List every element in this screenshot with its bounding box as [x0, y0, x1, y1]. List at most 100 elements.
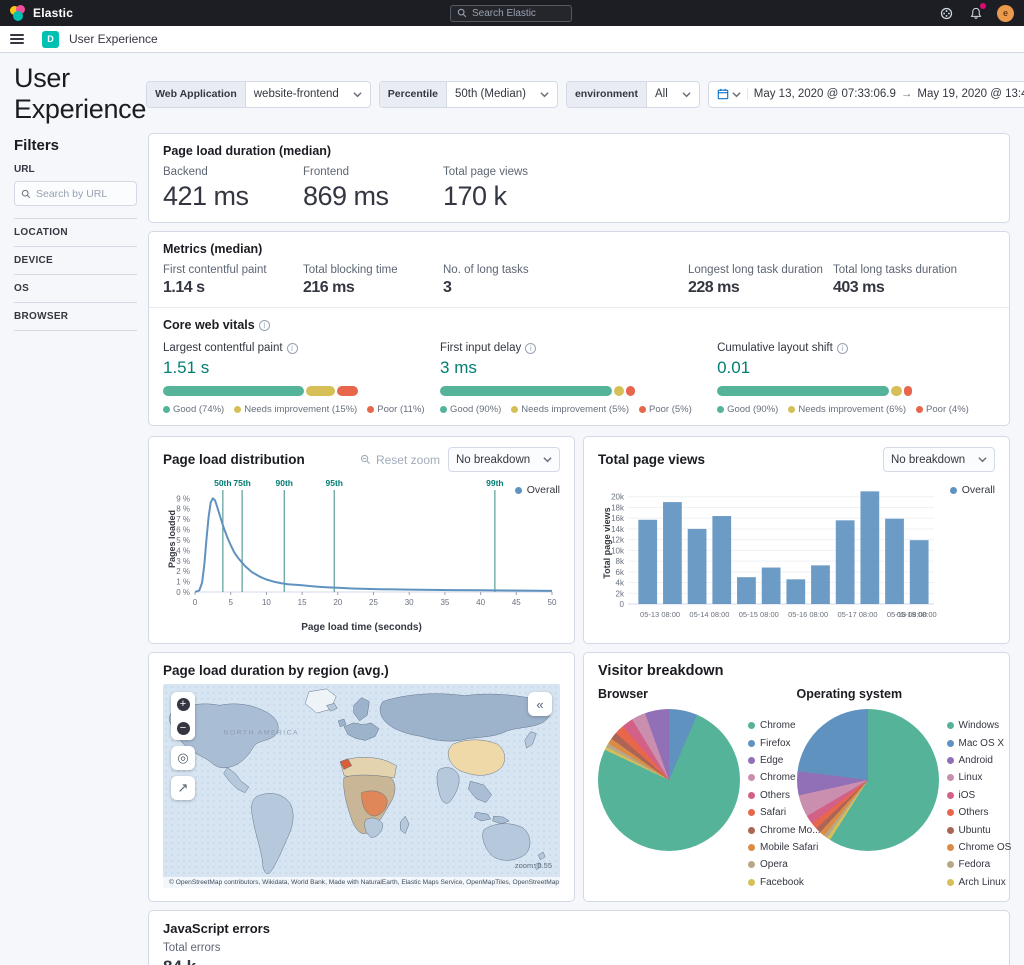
filter-section-device[interactable]: DEVICE — [14, 246, 137, 274]
legend-item[interactable]: Chrome OS — [946, 839, 1011, 856]
legend-dot — [946, 722, 954, 730]
stat: Frontend 869 ms — [303, 166, 443, 212]
svg-text:0 %: 0 % — [176, 588, 190, 597]
svg-text:20: 20 — [333, 598, 342, 607]
url-filter-label: URL — [14, 164, 35, 175]
environment-select[interactable]: All — [647, 82, 699, 107]
legend-label: Chrome — [760, 720, 796, 732]
os-pie-chart[interactable] — [796, 709, 939, 851]
legend-item[interactable]: Android — [946, 752, 1012, 769]
filter-section-os[interactable]: OS — [14, 274, 137, 302]
legend-dot — [946, 774, 954, 782]
chevron-down-icon — [540, 91, 549, 97]
elastic-brand[interactable]: Elastic — [10, 5, 73, 21]
app-badge[interactable]: D — [42, 30, 59, 48]
browser-pie-chart[interactable] — [598, 709, 740, 851]
legend-item[interactable]: Windows — [946, 717, 1012, 734]
cwv-legend-item: Poor (4%) — [916, 404, 969, 415]
chevron-down-icon — [353, 91, 362, 97]
reset-zoom-button[interactable]: Reset zoom — [360, 453, 440, 467]
legend-item[interactable]: Arch Linux — [946, 874, 1012, 891]
duration-stats: Backend 421 ms Frontend 869 ms Total page vi… — [163, 166, 995, 212]
cwv-legend-item: Poor (5%) — [639, 404, 692, 415]
stat: Total page views 170 k — [443, 166, 583, 212]
percentile-control: Percentile 50th (Median) — [378, 80, 558, 108]
cwv-label: Largest contentful paint i — [163, 342, 440, 354]
svg-text:40: 40 — [476, 598, 485, 607]
map-attribution: © OpenStreetMap contributors, Wikidata, … — [163, 877, 560, 888]
legend-text: Needs improvement (15%) — [244, 404, 358, 415]
breadcrumb[interactable]: User Experience — [69, 32, 158, 46]
info-icon[interactable]: i — [258, 319, 270, 331]
legend-label: Linux — [958, 772, 983, 784]
legend-item[interactable]: Mac OS X — [946, 734, 1012, 751]
menu-hamburger-icon[interactable] — [10, 34, 24, 44]
legend-item[interactable]: iOS — [946, 787, 1012, 804]
cwv-legend: Good (90%) Needs improvement (5%) Poor (5%… — [440, 404, 717, 415]
legend-text: Needs improvement (5%) — [521, 404, 629, 415]
panel-title: Page load duration (median) — [163, 144, 332, 158]
date-range-start[interactable]: May 13, 2020 @ 07:33:06.9 — [754, 88, 896, 100]
svg-text:6 %: 6 % — [176, 526, 190, 535]
legend-label: Android — [958, 754, 993, 766]
legend-item[interactable]: Others — [946, 804, 1012, 821]
map-expand-button[interactable]: ↗ — [171, 776, 195, 800]
map-zoom-in-button[interactable]: + — [171, 692, 195, 716]
svg-text:16k: 16k — [611, 514, 625, 523]
legend-dot — [748, 843, 755, 851]
map-zoom-out-button[interactable]: − — [171, 716, 195, 740]
legend-text: Good (90%) — [727, 404, 779, 415]
map-zoom-level: zoom: 0.55 — [514, 861, 552, 870]
info-icon[interactable]: i — [286, 342, 298, 354]
chevron-down-icon — [978, 457, 987, 463]
legend-dot — [511, 406, 519, 413]
legend-dot — [440, 406, 448, 413]
legend-label: Mac OS X — [958, 737, 1005, 749]
filter-section-location[interactable]: LOCATION — [14, 218, 137, 246]
percentile-select[interactable]: 50th (Median) — [447, 82, 557, 107]
breakdown-select[interactable]: No breakdown — [448, 447, 560, 472]
stat-label: Backend — [163, 166, 208, 178]
chart-legend[interactable]: Overall — [514, 484, 560, 496]
legend-text: Poor (4%) — [926, 404, 969, 415]
alerts-bell-icon[interactable] — [968, 2, 986, 21]
legend-item[interactable]: Linux — [946, 769, 1012, 786]
svg-text:05-17 08:00: 05-17 08:00 — [837, 610, 877, 619]
cwv-bar-segment — [904, 386, 913, 396]
breakdown-select[interactable]: No breakdown — [883, 447, 995, 472]
service-select[interactable]: website-frontend — [246, 82, 370, 107]
date-range-end[interactable]: May 19, 2020 @ 13:40:36.7 — [917, 88, 1024, 100]
legend-dot — [748, 878, 755, 886]
global-search-input[interactable]: Search Elastic — [450, 4, 572, 22]
legend-dot — [748, 791, 755, 799]
chart-legend[interactable]: Overall — [949, 484, 995, 496]
url-search-input[interactable]: Search by URL — [14, 181, 137, 206]
legend-label: Firefox — [760, 737, 791, 749]
page-load-distribution-panel: Page load distribution Reset zoom No bre… — [148, 436, 575, 644]
info-icon[interactable]: i — [836, 342, 848, 354]
chevron-down-icon — [682, 91, 691, 97]
calendar-button[interactable] — [717, 88, 748, 100]
svg-text:20k: 20k — [611, 493, 625, 502]
legend-dot — [949, 486, 957, 494]
legend-dot — [946, 791, 954, 799]
filter-section-browser[interactable]: BROWSER — [14, 302, 137, 331]
total-page-views-chart[interactable]: 0 2k4k 6k 8k 10k12k 14k 16k 18k20k 05-13 08:00 05… — [598, 476, 938, 628]
legend-item[interactable]: Fedora — [946, 856, 1012, 873]
world-map[interactable]: NORTH AMERICA + − ◎ ↗ « zoom: 0.55 © Ope… — [163, 684, 560, 888]
help-icon[interactable] — [939, 6, 954, 21]
map-legend-toggle-button[interactable]: « — [528, 692, 552, 716]
os-breakdown: Operating system Windows Mac OS X Android L… — [796, 687, 1011, 891]
user-avatar[interactable]: e — [997, 4, 1014, 22]
legend-dot — [946, 843, 954, 851]
collapse-left-icon: « — [536, 696, 544, 712]
cwv-bar-segment — [337, 386, 358, 396]
info-icon[interactable]: i — [525, 342, 537, 354]
page-load-distribution-chart[interactable]: 0 %1 % 2 %3 % 4 %5 %6 % 7 %8 % 9 % 0 5 10 15 20 25… — [163, 476, 558, 616]
svg-text:35: 35 — [440, 598, 449, 607]
legend-dot — [514, 486, 522, 494]
map-locate-button[interactable]: ◎ — [171, 746, 195, 770]
total-errors-value: 84 k — [163, 957, 995, 965]
calendar-icon — [717, 88, 729, 100]
legend-item[interactable]: Ubuntu — [946, 821, 1012, 838]
